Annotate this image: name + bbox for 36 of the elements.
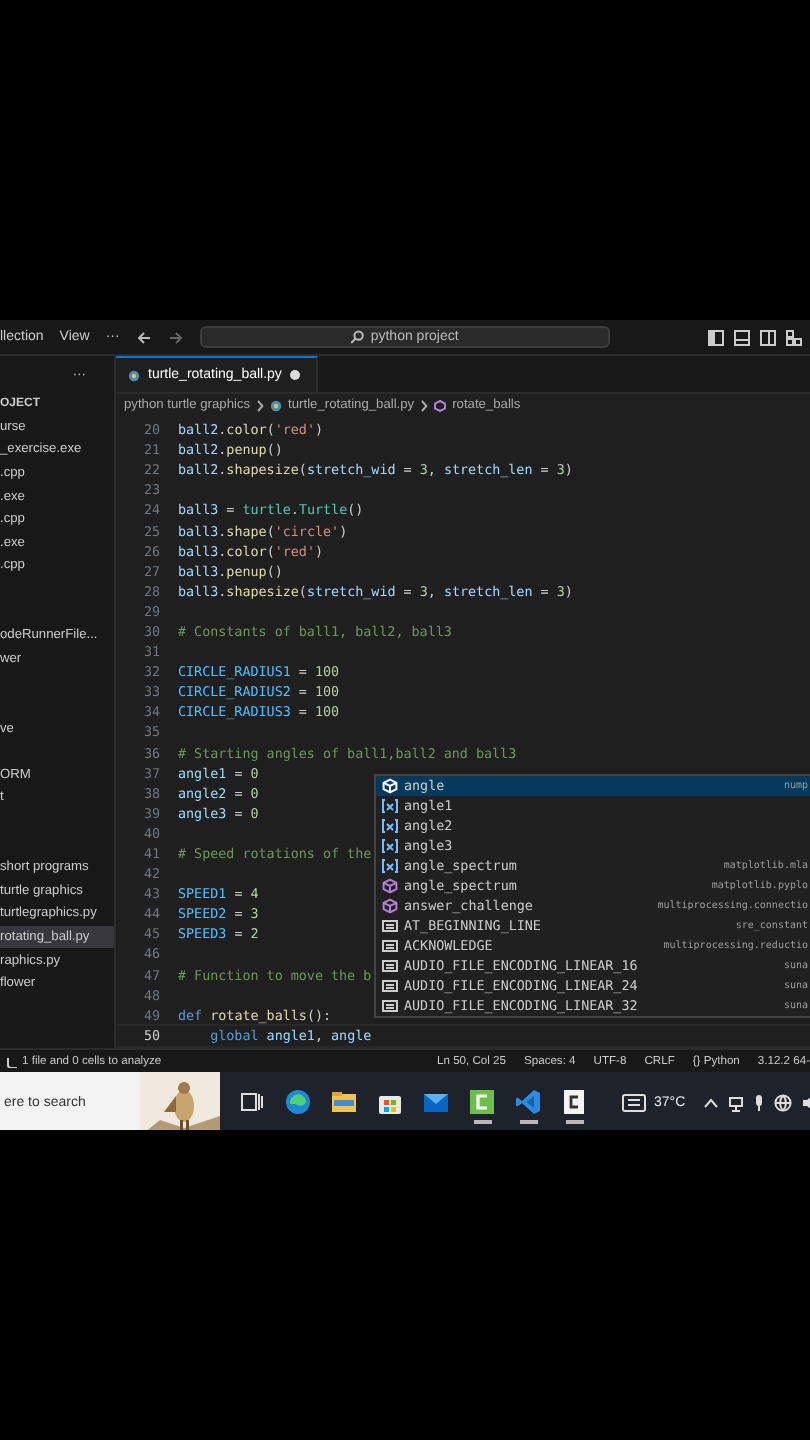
- back-arrow-icon[interactable]: [135, 329, 152, 345]
- variable-icon: [382, 798, 398, 814]
- suggest-module-icon: [382, 778, 398, 794]
- panel-toggle-icon[interactable]: [734, 329, 750, 345]
- document-icon[interactable]: [560, 1088, 588, 1117]
- folder-icon[interactable]: [330, 1088, 358, 1117]
- chevron-icon: [420, 399, 429, 411]
- vscode-icon[interactable]: [514, 1088, 542, 1117]
- code-app-icon[interactable]: [468, 1088, 496, 1117]
- variable-icon: [382, 838, 398, 854]
- variable-icon: [382, 858, 398, 874]
- function-cube-icon: [434, 399, 447, 411]
- forward-arrow-icon[interactable]: [167, 329, 184, 345]
- chevron-icon: [256, 399, 265, 411]
- constant-icon: [382, 998, 398, 1014]
- python-file-icon: [128, 369, 140, 381]
- microphone-icon[interactable]: [753, 1094, 764, 1112]
- network-icon[interactable]: [727, 1094, 744, 1112]
- python-file-icon: [270, 399, 283, 411]
- constant-icon: [382, 938, 398, 954]
- chevron-up-icon[interactable]: [703, 1098, 718, 1108]
- variable-icon: [382, 818, 398, 834]
- constant-icon: [382, 978, 398, 994]
- weather-icon[interactable]: [622, 1094, 646, 1112]
- function-cube-icon: [382, 898, 398, 914]
- search-icon: [350, 330, 365, 344]
- sidebar-toggle-icon[interactable]: [708, 329, 724, 345]
- secondary-sidebar-icon[interactable]: [760, 329, 776, 345]
- globe-icon[interactable]: [773, 1094, 792, 1112]
- constant-icon: [382, 918, 398, 934]
- edge-browser-icon[interactable]: [284, 1088, 312, 1117]
- constant-icon: [382, 958, 398, 974]
- layout-icon[interactable]: [786, 329, 802, 345]
- mail-icon[interactable]: [422, 1088, 450, 1117]
- task-view-icon[interactable]: [238, 1088, 266, 1117]
- function-cube-icon: [382, 878, 398, 894]
